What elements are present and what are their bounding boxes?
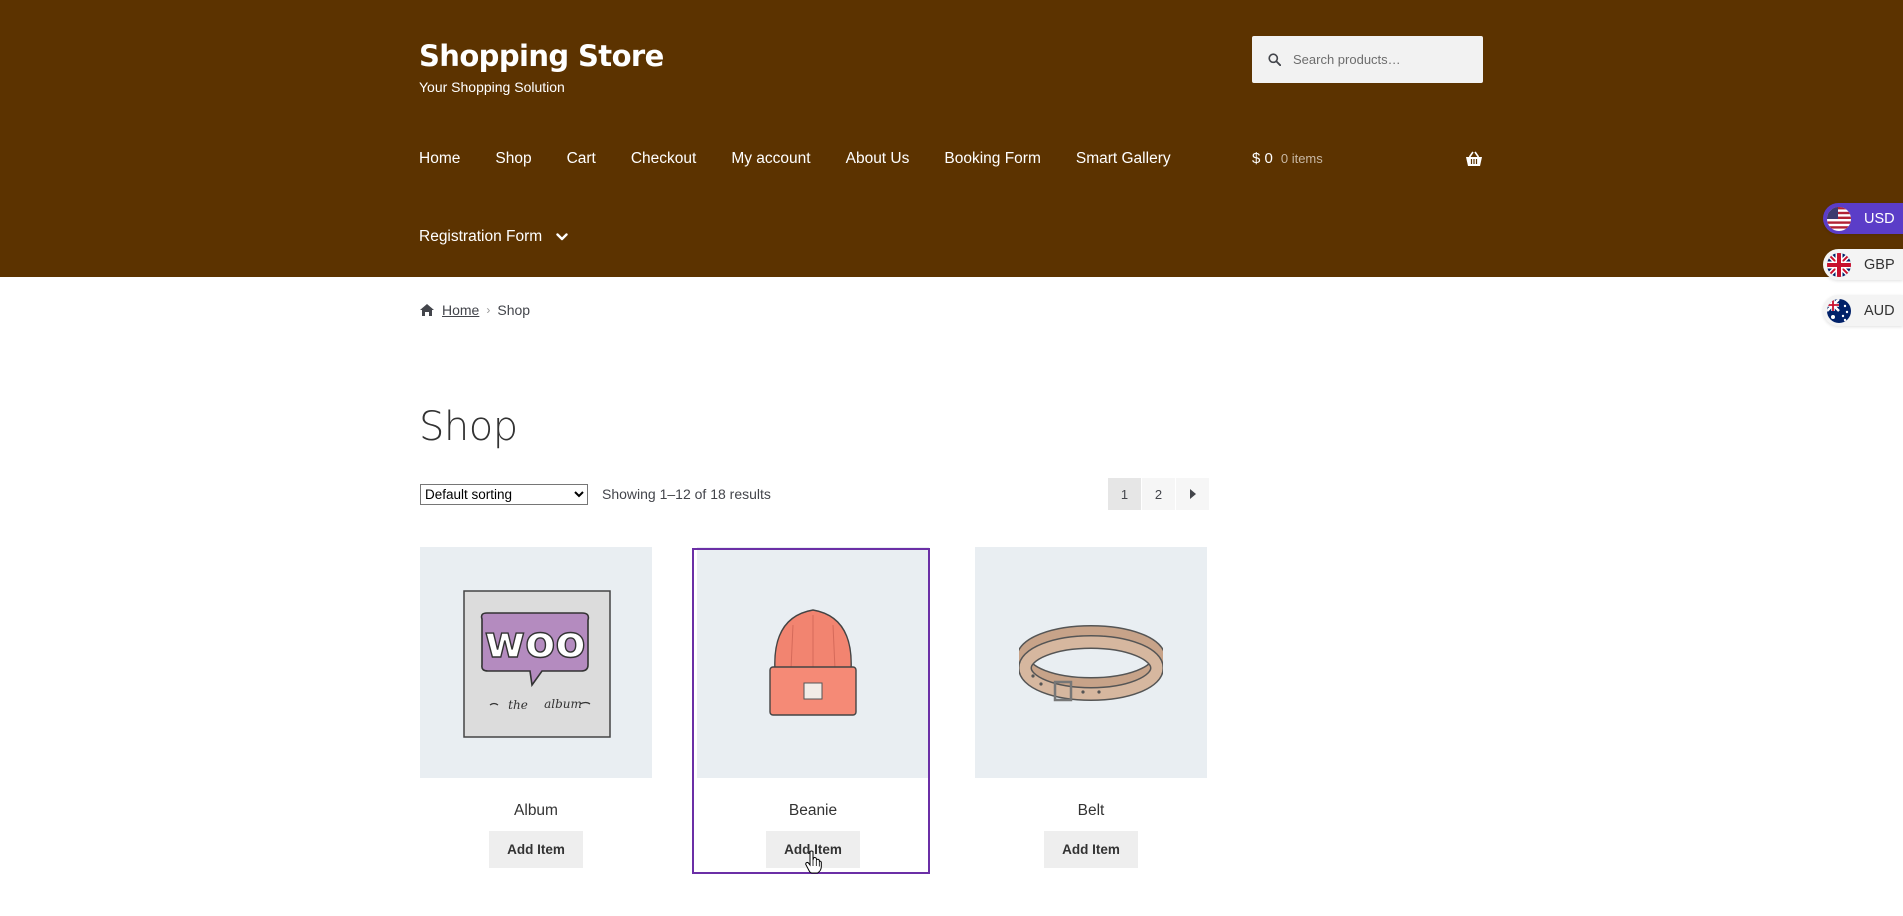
next-page-button[interactable] — [1176, 478, 1209, 510]
header-cart[interactable]: $ 0 0 items — [1252, 150, 1483, 167]
currency-code: USD — [1864, 210, 1895, 227]
page-2[interactable]: 2 — [1142, 478, 1175, 510]
product-image-belt[interactable] — [975, 547, 1207, 778]
breadcrumb: Home › Shop — [419, 302, 530, 318]
search-icon — [1268, 53, 1281, 66]
currency-code: AUD — [1864, 302, 1895, 319]
pagination: 1 2 — [1108, 478, 1210, 510]
cart-amount[interactable]: $ 0 — [1252, 150, 1273, 167]
hand-pointer-icon — [805, 850, 822, 874]
search-input[interactable] — [1293, 52, 1473, 67]
breadcrumb-home[interactable]: Home — [442, 302, 479, 318]
focused-product-outline — [692, 548, 930, 874]
breadcrumb-current: Shop — [497, 302, 531, 318]
product-album: woo the album Album Add Item — [420, 547, 652, 868]
product-image-album[interactable]: woo the album — [420, 547, 652, 778]
chevron-down-icon[interactable] — [556, 233, 568, 241]
caret-right-icon — [1189, 489, 1196, 499]
nav-home[interactable]: Home — [419, 150, 460, 168]
currency-code: GBP — [1864, 256, 1895, 273]
product-name[interactable]: Album — [420, 802, 652, 820]
svg-text:woo: woo — [484, 617, 585, 668]
site-title[interactable]: Shopping Store — [419, 38, 664, 74]
product-belt: Belt Add Item — [975, 547, 1207, 868]
nav-shop[interactable]: Shop — [495, 150, 531, 168]
nav-cart[interactable]: Cart — [567, 150, 596, 168]
product-search[interactable] — [1252, 36, 1483, 83]
au-flag-icon — [1827, 298, 1851, 323]
currency-aud[interactable]: AUD — [1823, 295, 1903, 326]
nav-smart-gallery[interactable]: Smart Gallery — [1076, 150, 1171, 168]
nav-registration-form[interactable]: Registration Form — [419, 228, 542, 246]
uk-flag-icon — [1827, 252, 1851, 277]
sorting-select[interactable]: Default sorting — [420, 484, 588, 505]
site-tagline: Your Shopping Solution — [419, 79, 565, 95]
svg-text:the: the — [508, 698, 528, 712]
add-item-button-belt[interactable]: Add Item — [1044, 831, 1138, 868]
site-header: Shopping Store Your Shopping Solution Ho… — [0, 0, 1903, 277]
primary-nav: Home Shop Cart Checkout My account About… — [419, 150, 1206, 168]
nav-about-us[interactable]: About Us — [846, 150, 910, 168]
add-item-button-album[interactable]: Add Item — [489, 831, 583, 868]
home-icon — [420, 304, 434, 316]
basket-icon[interactable] — [1465, 151, 1483, 167]
nav-booking-form[interactable]: Booking Form — [944, 150, 1040, 168]
breadcrumb-separator: › — [486, 303, 491, 317]
primary-nav-row2: Registration Form — [419, 228, 568, 246]
belt-image — [1019, 624, 1163, 701]
currency-usd[interactable]: USD — [1823, 203, 1903, 234]
branding: Shopping Store Your Shopping Solution — [419, 38, 664, 95]
nav-my-account[interactable]: My account — [731, 150, 810, 168]
svg-text:album: album — [544, 697, 582, 711]
cart-count[interactable]: 0 items — [1281, 151, 1323, 166]
result-count: Showing 1–12 of 18 results — [602, 486, 771, 502]
page-title: Shop — [419, 404, 518, 450]
us-flag-icon — [1827, 206, 1851, 231]
product-name[interactable]: Belt — [975, 802, 1207, 820]
currency-gbp[interactable]: GBP — [1823, 249, 1903, 280]
page-1: 1 — [1108, 478, 1141, 510]
woo-album-image: woo the album — [463, 589, 611, 738]
nav-checkout[interactable]: Checkout — [631, 150, 696, 168]
